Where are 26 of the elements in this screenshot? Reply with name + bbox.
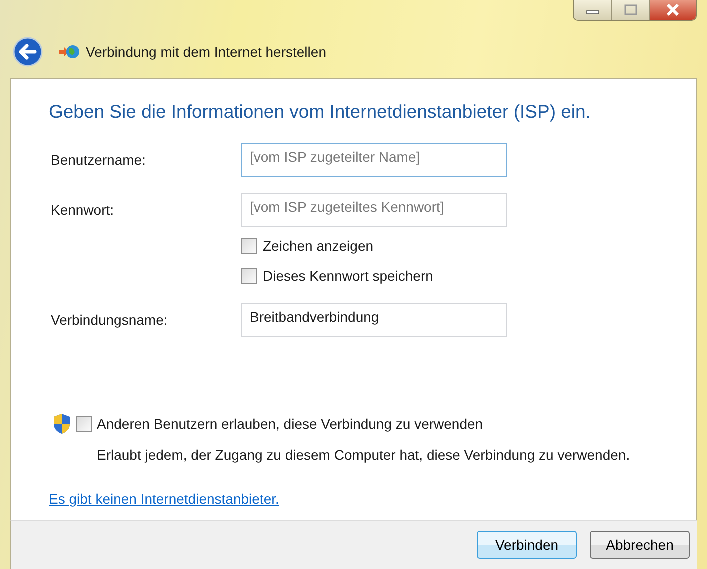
input-field[interactable]: [vom ISP zugeteiltes Kennwort] xyxy=(241,193,507,227)
window-title: Verbindung mit dem Internet herstellen xyxy=(86,44,326,60)
checkbox[interactable] xyxy=(241,268,257,284)
field-label: Kennwort: xyxy=(50,202,116,218)
maximize-icon xyxy=(624,4,638,16)
close-button[interactable] xyxy=(650,0,696,20)
input-field[interactable]: Breitbandverbindung xyxy=(241,303,507,337)
shield-icon xyxy=(53,413,71,435)
maximize-button[interactable] xyxy=(612,0,650,20)
no-isp-link[interactable]: Es gibt keinen Internetdienstanbieter. xyxy=(49,491,280,507)
checkbox-label: Dieses Kennwort speichern xyxy=(263,268,434,284)
page-heading: Geben Sie die Informationen vom Internetdienstanbieter (ISP) ein. xyxy=(49,101,592,123)
field-label: Verbindungsname: xyxy=(50,312,169,328)
field-label: Benutzername: xyxy=(50,152,147,168)
back-button[interactable] xyxy=(12,36,44,68)
connect-button[interactable]: Verbinden xyxy=(477,531,577,559)
minimize-button[interactable] xyxy=(574,0,612,20)
checkbox[interactable] xyxy=(241,238,257,254)
cancel-button[interactable]: Abbrechen xyxy=(590,531,690,559)
input-field[interactable]: [vom ISP zugeteilter Name] xyxy=(241,143,507,177)
checkbox-label: Anderen Benutzern erlauben, diese Verbindung zu verwenden xyxy=(97,416,484,432)
checkbox[interactable] xyxy=(76,416,92,432)
close-icon xyxy=(666,4,680,16)
description-text: Erlaubt jedem, der Zugang zu diesem Computer hat, diese Verbindung zu verwenden. xyxy=(97,447,632,463)
checkbox-label: Zeichen anzeigen xyxy=(263,238,374,254)
network-globe-icon xyxy=(58,43,80,61)
